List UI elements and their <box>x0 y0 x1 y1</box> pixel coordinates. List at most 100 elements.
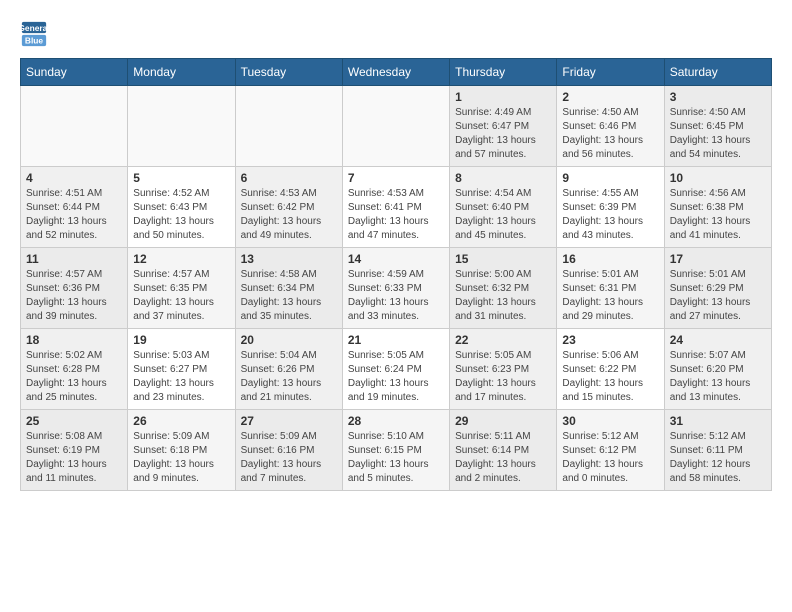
weekday-header-row: SundayMondayTuesdayWednesdayThursdayFrid… <box>21 59 772 86</box>
day-number: 24 <box>670 333 766 347</box>
day-number: 16 <box>562 252 658 266</box>
day-number: 2 <box>562 90 658 104</box>
day-info: Sunrise: 5:00 AM Sunset: 6:32 PM Dayligh… <box>455 268 551 324</box>
day-number: 3 <box>670 90 766 104</box>
weekday-header-monday: Monday <box>128 59 235 86</box>
calendar-cell: 21 Sunrise: 5:05 AM Sunset: 6:24 PM Dayli… <box>342 329 449 410</box>
day-info: Sunrise: 5:09 AM Sunset: 6:18 PM Dayligh… <box>133 430 229 486</box>
calendar-cell: 27 Sunrise: 5:09 AM Sunset: 6:16 PM Dayli… <box>235 410 342 491</box>
logo-icon: General Blue <box>20 20 48 48</box>
day-info: Sunrise: 5:04 AM Sunset: 6:26 PM Dayligh… <box>241 349 337 405</box>
day-number: 17 <box>670 252 766 266</box>
week-row-2: 4 Sunrise: 4:51 AM Sunset: 6:44 PM Daylig… <box>21 167 772 248</box>
day-info: Sunrise: 4:53 AM Sunset: 6:42 PM Dayligh… <box>241 187 337 243</box>
calendar-cell <box>235 86 342 167</box>
calendar-cell: 30 Sunrise: 5:12 AM Sunset: 6:12 PM Dayli… <box>557 410 664 491</box>
day-info: Sunrise: 5:06 AM Sunset: 6:22 PM Dayligh… <box>562 349 658 405</box>
calendar-cell: 10 Sunrise: 4:56 AM Sunset: 6:38 PM Dayli… <box>664 167 771 248</box>
day-number: 25 <box>26 414 122 428</box>
day-info: Sunrise: 5:10 AM Sunset: 6:15 PM Dayligh… <box>348 430 444 486</box>
day-info: Sunrise: 5:03 AM Sunset: 6:27 PM Dayligh… <box>133 349 229 405</box>
day-number: 13 <box>241 252 337 266</box>
day-info: Sunrise: 5:09 AM Sunset: 6:16 PM Dayligh… <box>241 430 337 486</box>
calendar-cell: 19 Sunrise: 5:03 AM Sunset: 6:27 PM Dayli… <box>128 329 235 410</box>
day-number: 23 <box>562 333 658 347</box>
day-number: 27 <box>241 414 337 428</box>
calendar-cell: 20 Sunrise: 5:04 AM Sunset: 6:26 PM Dayli… <box>235 329 342 410</box>
day-info: Sunrise: 4:56 AM Sunset: 6:38 PM Dayligh… <box>670 187 766 243</box>
calendar-cell: 17 Sunrise: 5:01 AM Sunset: 6:29 PM Dayli… <box>664 248 771 329</box>
day-number: 22 <box>455 333 551 347</box>
day-info: Sunrise: 4:51 AM Sunset: 6:44 PM Dayligh… <box>26 187 122 243</box>
day-number: 20 <box>241 333 337 347</box>
day-number: 15 <box>455 252 551 266</box>
svg-text:Blue: Blue <box>25 35 43 45</box>
calendar-cell: 7 Sunrise: 4:53 AM Sunset: 6:41 PM Daylig… <box>342 167 449 248</box>
weekday-header-tuesday: Tuesday <box>235 59 342 86</box>
day-info: Sunrise: 4:54 AM Sunset: 6:40 PM Dayligh… <box>455 187 551 243</box>
calendar-cell: 3Sunrise: 4:50 AM Sunset: 6:45 PM Daylig… <box>664 86 771 167</box>
day-info: Sunrise: 5:05 AM Sunset: 6:24 PM Dayligh… <box>348 349 444 405</box>
day-number: 18 <box>26 333 122 347</box>
day-number: 21 <box>348 333 444 347</box>
day-info: Sunrise: 5:11 AM Sunset: 6:14 PM Dayligh… <box>455 430 551 486</box>
day-info: Sunrise: 5:12 AM Sunset: 6:12 PM Dayligh… <box>562 430 658 486</box>
calendar-cell: 29 Sunrise: 5:11 AM Sunset: 6:14 PM Dayli… <box>450 410 557 491</box>
day-info: Sunrise: 4:58 AM Sunset: 6:34 PM Dayligh… <box>241 268 337 324</box>
day-info: Sunrise: 4:59 AM Sunset: 6:33 PM Dayligh… <box>348 268 444 324</box>
calendar-cell: 24 Sunrise: 5:07 AM Sunset: 6:20 PM Dayli… <box>664 329 771 410</box>
calendar-cell: 28 Sunrise: 5:10 AM Sunset: 6:15 PM Dayli… <box>342 410 449 491</box>
calendar-cell: 6 Sunrise: 4:53 AM Sunset: 6:42 PM Daylig… <box>235 167 342 248</box>
day-info: Sunrise: 5:05 AM Sunset: 6:23 PM Dayligh… <box>455 349 551 405</box>
calendar-cell: 16Sunrise: 5:01 AM Sunset: 6:31 PM Dayli… <box>557 248 664 329</box>
calendar-cell <box>128 86 235 167</box>
weekday-header-saturday: Saturday <box>664 59 771 86</box>
day-info: Sunrise: 4:49 AM Sunset: 6:47 PM Dayligh… <box>455 106 551 162</box>
week-row-1: 1 Sunrise: 4:49 AM Sunset: 6:47 PM Daylig… <box>21 86 772 167</box>
calendar-cell: 9 Sunrise: 4:55 AM Sunset: 6:39 PM Daylig… <box>557 167 664 248</box>
calendar-cell: 1 Sunrise: 4:49 AM Sunset: 6:47 PM Daylig… <box>450 86 557 167</box>
calendar-cell: 25Sunrise: 5:08 AM Sunset: 6:19 PM Dayli… <box>21 410 128 491</box>
day-number: 26 <box>133 414 229 428</box>
day-number: 7 <box>348 171 444 185</box>
day-info: Sunrise: 4:52 AM Sunset: 6:43 PM Dayligh… <box>133 187 229 243</box>
day-info: Sunrise: 4:53 AM Sunset: 6:41 PM Dayligh… <box>348 187 444 243</box>
day-number: 12 <box>133 252 229 266</box>
calendar-cell <box>342 86 449 167</box>
day-number: 5 <box>133 171 229 185</box>
day-number: 29 <box>455 414 551 428</box>
day-number: 14 <box>348 252 444 266</box>
logo: General Blue <box>20 20 52 48</box>
day-number: 6 <box>241 171 337 185</box>
calendar-cell: 5 Sunrise: 4:52 AM Sunset: 6:43 PM Daylig… <box>128 167 235 248</box>
day-info: Sunrise: 5:07 AM Sunset: 6:20 PM Dayligh… <box>670 349 766 405</box>
week-row-5: 25Sunrise: 5:08 AM Sunset: 6:19 PM Dayli… <box>21 410 772 491</box>
day-number: 10 <box>670 171 766 185</box>
calendar-cell: 12Sunrise: 4:57 AM Sunset: 6:35 PM Dayli… <box>128 248 235 329</box>
week-row-4: 18 Sunrise: 5:02 AM Sunset: 6:28 PM Dayli… <box>21 329 772 410</box>
day-info: Sunrise: 5:12 AM Sunset: 6:11 PM Dayligh… <box>670 430 766 486</box>
day-number: 9 <box>562 171 658 185</box>
day-number: 4 <box>26 171 122 185</box>
day-number: 8 <box>455 171 551 185</box>
calendar-cell: 8 Sunrise: 4:54 AM Sunset: 6:40 PM Daylig… <box>450 167 557 248</box>
header: General Blue <box>20 20 772 48</box>
calendar-table: SundayMondayTuesdayWednesdayThursdayFrid… <box>20 58 772 491</box>
day-info: Sunrise: 5:01 AM Sunset: 6:29 PM Dayligh… <box>670 268 766 324</box>
calendar-cell: 26 Sunrise: 5:09 AM Sunset: 6:18 PM Dayli… <box>128 410 235 491</box>
day-number: 30 <box>562 414 658 428</box>
calendar-cell: 15 Sunrise: 5:00 AM Sunset: 6:32 PM Dayli… <box>450 248 557 329</box>
calendar-cell: 14 Sunrise: 4:59 AM Sunset: 6:33 PM Dayli… <box>342 248 449 329</box>
day-info: Sunrise: 4:57 AM Sunset: 6:36 PM Dayligh… <box>26 268 122 324</box>
weekday-header-thursday: Thursday <box>450 59 557 86</box>
day-number: 1 <box>455 90 551 104</box>
day-info: Sunrise: 4:55 AM Sunset: 6:39 PM Dayligh… <box>562 187 658 243</box>
calendar-cell: 11Sunrise: 4:57 AM Sunset: 6:36 PM Dayli… <box>21 248 128 329</box>
day-number: 19 <box>133 333 229 347</box>
calendar-cell: 4 Sunrise: 4:51 AM Sunset: 6:44 PM Daylig… <box>21 167 128 248</box>
day-number: 31 <box>670 414 766 428</box>
calendar-cell: 18 Sunrise: 5:02 AM Sunset: 6:28 PM Dayli… <box>21 329 128 410</box>
calendar-cell: 23 Sunrise: 5:06 AM Sunset: 6:22 PM Dayli… <box>557 329 664 410</box>
day-number: 28 <box>348 414 444 428</box>
day-info: Sunrise: 5:02 AM Sunset: 6:28 PM Dayligh… <box>26 349 122 405</box>
